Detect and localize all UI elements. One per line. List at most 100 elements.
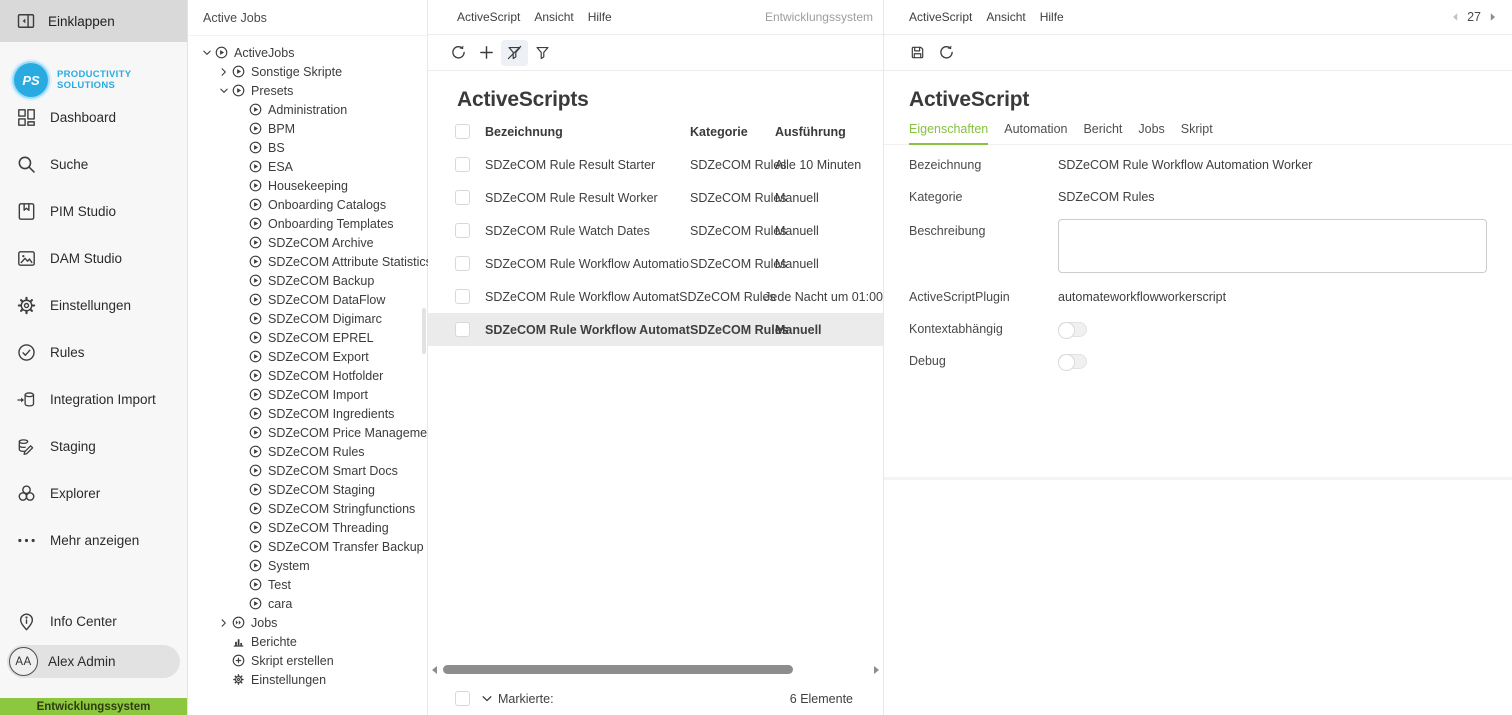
- tree-chevron[interactable]: [236, 428, 246, 438]
- tree-chevron[interactable]: [236, 238, 246, 248]
- tab-jobs[interactable]: Jobs: [1138, 122, 1164, 145]
- sidebar-item-pim-studio[interactable]: PIM Studio: [0, 188, 187, 235]
- sidebar-item-rules[interactable]: Rules: [0, 329, 187, 376]
- tree-node-sdzecom-price-management[interactable]: SDZeCOM Price Management: [188, 423, 427, 442]
- toolbar-button-filter-off[interactable]: [501, 40, 528, 66]
- next-page-icon[interactable]: [1489, 12, 1497, 22]
- sidebar-item-dashboard[interactable]: Dashboard: [0, 94, 187, 141]
- toolbar-button-refresh[interactable]: [933, 40, 960, 66]
- sidebar-item-suche[interactable]: Suche: [0, 141, 187, 188]
- tree-node-presets[interactable]: Presets: [188, 81, 427, 100]
- toolbar-button-save[interactable]: [904, 40, 931, 66]
- select-all-checkbox[interactable]: [455, 124, 470, 139]
- table-row-sdzecom-rule-workflow-automation-starter[interactable]: SDZeCOM Rule Workflow Automation Starter…: [428, 280, 883, 313]
- scroll-left-icon[interactable]: [432, 666, 437, 674]
- tree-chevron[interactable]: [236, 333, 246, 343]
- tab-automation[interactable]: Automation: [1004, 122, 1067, 145]
- toolbar-button-add-plus[interactable]: [473, 40, 500, 66]
- row-checkbox[interactable]: [455, 157, 470, 172]
- row-checkbox[interactable]: [455, 322, 470, 337]
- tree-chevron[interactable]: [236, 143, 246, 153]
- tree-node-berichte[interactable]: Berichte: [188, 632, 427, 651]
- chevron-right-icon[interactable]: [219, 618, 229, 628]
- user-menu[interactable]: AA Alex Admin: [7, 645, 180, 678]
- tree-node-esa[interactable]: ESA: [188, 157, 427, 176]
- table-row-sdzecom-rule-result-starter[interactable]: SDZeCOM Rule Result Starter SDZeCOM Rule…: [428, 148, 883, 181]
- sidebar-item-explorer[interactable]: Explorer: [0, 470, 187, 517]
- tree-node-sdzecom-transfer-backup[interactable]: SDZeCOM Transfer Backup: [188, 537, 427, 556]
- toolbar-button-filter[interactable]: [529, 40, 556, 66]
- tree-node-onboarding-catalogs[interactable]: Onboarding Catalogs: [188, 195, 427, 214]
- tree-chevron[interactable]: [236, 447, 246, 457]
- chevron-down-icon[interactable]: [219, 86, 229, 96]
- row-checkbox[interactable]: [455, 223, 470, 238]
- chevron-down-icon[interactable]: [481, 693, 493, 705]
- tree-node-sdzecom-archive[interactable]: SDZeCOM Archive: [188, 233, 427, 252]
- tree-chevron[interactable]: [236, 409, 246, 419]
- tree-node-sdzecom-stringfunctions[interactable]: SDZeCOM Stringfunctions: [188, 499, 427, 518]
- tree-node-skript-erstellen[interactable]: Skript erstellen: [188, 651, 427, 670]
- tree-node-sdzecom-digimarc[interactable]: SDZeCOM Digimarc: [188, 309, 427, 328]
- tree-chevron[interactable]: [236, 257, 246, 267]
- tree-node-jobs[interactable]: Jobs: [188, 613, 427, 632]
- tree-chevron[interactable]: [236, 295, 246, 305]
- tree-chevron[interactable]: [236, 504, 246, 514]
- tree-node-sdzecom-backup[interactable]: SDZeCOM Backup: [188, 271, 427, 290]
- row-checkbox[interactable]: [455, 289, 470, 304]
- kontextabhaengig-toggle[interactable]: [1058, 322, 1087, 337]
- menu-item-activescript[interactable]: ActiveScript: [909, 10, 972, 24]
- previous-page-icon[interactable]: [1451, 12, 1459, 22]
- sidebar-item-info-center[interactable]: Info Center: [0, 598, 187, 645]
- table-row-sdzecom-rule-workflow-automation-by-d[interactable]: SDZeCOM Rule Workflow Automation by d...…: [428, 247, 883, 280]
- scrollbar-thumb[interactable]: [443, 665, 793, 674]
- tree-chevron[interactable]: [236, 124, 246, 134]
- tree-node-system[interactable]: System: [188, 556, 427, 575]
- tree-chevron[interactable]: [236, 276, 246, 286]
- menu-item-activescript[interactable]: ActiveScript: [457, 10, 520, 24]
- sidebar-item-staging[interactable]: Staging: [0, 423, 187, 470]
- sidebar-item-mehr-anzeigen[interactable]: Mehr anzeigen: [0, 517, 187, 564]
- tree-chevron[interactable]: [236, 105, 246, 115]
- tree-chevron[interactable]: [236, 580, 246, 590]
- column-header-kategorie[interactable]: Kategorie: [690, 125, 775, 139]
- tree-node-einstellungen[interactable]: Einstellungen: [188, 670, 427, 689]
- tree-chevron[interactable]: [236, 181, 246, 191]
- tree-node-sdzecom-export[interactable]: SDZeCOM Export: [188, 347, 427, 366]
- sidebar-item-integration-import[interactable]: Integration Import: [0, 376, 187, 423]
- tree-node-sdzecom-ingredients[interactable]: SDZeCOM Ingredients: [188, 404, 427, 423]
- tab-skript[interactable]: Skript: [1181, 122, 1213, 145]
- tree-node-sdzecom-threading[interactable]: SDZeCOM Threading: [188, 518, 427, 537]
- tree-chevron[interactable]: [219, 637, 229, 647]
- table-row-sdzecom-rule-watch-dates[interactable]: SDZeCOM Rule Watch Dates SDZeCOM Rules M…: [428, 214, 883, 247]
- tab-bericht[interactable]: Bericht: [1083, 122, 1122, 145]
- table-row-sdzecom-rule-result-worker[interactable]: SDZeCOM Rule Result Worker SDZeCOM Rules…: [428, 181, 883, 214]
- scroll-right-icon[interactable]: [874, 666, 879, 674]
- horizontal-scrollbar[interactable]: [428, 665, 883, 675]
- marked-checkbox[interactable]: [455, 691, 470, 706]
- tree-node-administration[interactable]: Administration: [188, 100, 427, 119]
- tree-chevron[interactable]: [236, 599, 246, 609]
- tree-chevron[interactable]: [236, 542, 246, 552]
- tree-chevron[interactable]: [236, 561, 246, 571]
- menu-item-ansicht[interactable]: Ansicht: [986, 10, 1025, 24]
- column-header-bezeichnung[interactable]: Bezeichnung: [485, 125, 690, 139]
- tree-node-sdzecom-hotfolder[interactable]: SDZeCOM Hotfolder: [188, 366, 427, 385]
- collapse-sidebar-button[interactable]: Einklappen: [0, 0, 187, 42]
- menu-item-ansicht[interactable]: Ansicht: [534, 10, 573, 24]
- sidebar-item-dam-studio[interactable]: DAM Studio: [0, 235, 187, 282]
- tree-node-sdzecom-rules[interactable]: SDZeCOM Rules: [188, 442, 427, 461]
- tree-node-bpm[interactable]: BPM: [188, 119, 427, 138]
- column-header-ausfuehrung[interactable]: Ausführung: [775, 125, 883, 139]
- toolbar-button-refresh[interactable]: [445, 40, 472, 66]
- tree-chevron[interactable]: [236, 219, 246, 229]
- scrollbar-thumb[interactable]: [422, 308, 426, 354]
- tree-node-sdzecom-staging[interactable]: SDZeCOM Staging: [188, 480, 427, 499]
- tree-node-onboarding-templates[interactable]: Onboarding Templates: [188, 214, 427, 233]
- tree-chevron[interactable]: [236, 314, 246, 324]
- tree-chevron[interactable]: [236, 352, 246, 362]
- tree-chevron[interactable]: [236, 466, 246, 476]
- tree-node-sdzecom-eprel[interactable]: SDZeCOM EPREL: [188, 328, 427, 347]
- tree-chevron[interactable]: [236, 200, 246, 210]
- tree-chevron[interactable]: [236, 523, 246, 533]
- tree-node-cara[interactable]: cara: [188, 594, 427, 613]
